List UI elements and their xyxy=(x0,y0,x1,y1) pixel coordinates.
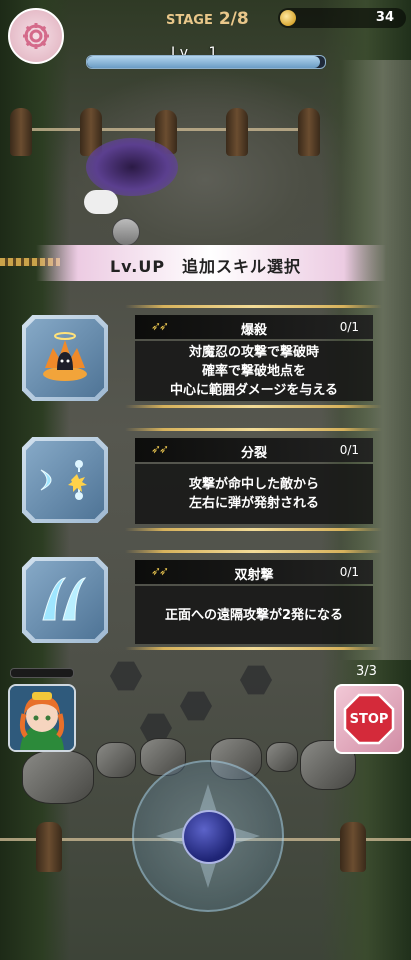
skill-count: 0/1 xyxy=(339,320,359,334)
skill-option-double-shot[interactable] xyxy=(22,557,108,643)
fence-post xyxy=(226,108,248,156)
desc-line: 攻撃が命中した敵から xyxy=(188,477,319,492)
stage-label: STAGE xyxy=(166,13,213,28)
coin-counter: 34 xyxy=(278,8,406,28)
character-portrait-button[interactable] xyxy=(8,684,76,752)
virtual-joystick[interactable] xyxy=(132,760,284,912)
card-border-top xyxy=(125,305,382,308)
skill-name: 分裂 xyxy=(240,446,267,461)
speech-bubble xyxy=(84,190,118,214)
fence-post xyxy=(10,108,32,156)
settings-button[interactable] xyxy=(8,8,64,64)
stop-label: STOP xyxy=(349,711,389,727)
desc-line: 確率で撃破地点を xyxy=(201,363,306,379)
skill-header: ➶➶ 分裂 0/1 xyxy=(135,438,373,462)
levelup-banner: Lv.UP 追加スキル選択 xyxy=(0,245,411,281)
coin-icon xyxy=(280,10,296,26)
skill-name: 爆殺 xyxy=(240,323,267,338)
skill-description: 対魔忍の攻撃で撃破時 確率で撃破地点を 中心に範囲ダメージを与える xyxy=(135,341,373,401)
boulder xyxy=(96,742,136,778)
xp-bar-fill xyxy=(87,56,321,68)
stage-indicator: STAGE 2/8 xyxy=(166,9,249,29)
hex-tile xyxy=(180,691,212,721)
gear-icon xyxy=(23,23,49,49)
fence-post xyxy=(298,108,320,156)
card-border-bottom xyxy=(125,528,382,531)
character-avatar xyxy=(10,686,74,750)
stage-value: 2/8 xyxy=(218,9,249,29)
skill-icon-frame xyxy=(26,441,104,519)
card-border-bottom xyxy=(125,405,382,408)
double-shot-icon xyxy=(42,577,87,621)
skill-icon-frame xyxy=(26,561,104,639)
desc-line: 対魔忍の攻撃で撃破時 xyxy=(188,344,319,360)
fence-post xyxy=(36,822,62,872)
desc-line: 左右に弾が発射される xyxy=(188,496,319,511)
skill-icon-frame xyxy=(26,319,104,397)
skill-option-explosion[interactable] xyxy=(22,315,108,401)
skill-header: ➶➶ 爆殺 0/1 xyxy=(135,315,373,339)
skill-card[interactable]: ➶➶ 分裂 0/1 攻撃が命中した敵から 左右に弾が発射される xyxy=(125,428,382,532)
skill-name: 双射撃 xyxy=(234,568,274,583)
joystick-knob[interactable] xyxy=(182,810,236,864)
enemy-portal xyxy=(86,138,178,196)
stop-count: 3/3 xyxy=(356,664,377,679)
skill-count: 0/1 xyxy=(339,443,359,457)
xp-bar xyxy=(86,55,326,69)
skill-description: 正面への遠隔攻撃が2発になる xyxy=(135,586,373,644)
desc-line: 正面への遠隔攻撃が2発になる xyxy=(164,607,344,623)
card-border-top xyxy=(125,428,382,431)
skill-description: 攻撃が命中した敵から 左右に弾が発射される xyxy=(135,464,373,524)
skill-header: ➶➶ 双射撃 0/1 xyxy=(135,560,373,584)
coin-value: 34 xyxy=(375,10,394,25)
explosion-icon xyxy=(43,332,87,381)
fence-post xyxy=(340,822,366,872)
split-shot-icon xyxy=(40,460,87,500)
boulder xyxy=(22,750,94,804)
hex-tile xyxy=(240,665,272,695)
enemy-character xyxy=(112,218,140,246)
hex-tile xyxy=(110,661,142,691)
skill-count: 0/1 xyxy=(339,565,359,579)
card-border-top xyxy=(125,550,382,553)
skill-option-split[interactable] xyxy=(22,437,108,523)
card-border-bottom xyxy=(125,647,382,650)
levelup-title: Lv.UP 追加スキル選択 xyxy=(109,257,302,276)
skill-card[interactable]: ➶➶ 爆殺 0/1 対魔忍の攻撃で撃破時 確率で撃破地点を 中心に範囲ダメージを… xyxy=(125,305,382,409)
boulder xyxy=(266,742,298,772)
desc-line: 中心に範囲ダメージを与える xyxy=(170,382,338,398)
character-gauge xyxy=(10,668,74,678)
stop-button[interactable]: STOP xyxy=(334,684,404,754)
skill-card[interactable]: ➶➶ 双射撃 0/1 正面への遠隔攻撃が2発になる xyxy=(125,550,382,650)
